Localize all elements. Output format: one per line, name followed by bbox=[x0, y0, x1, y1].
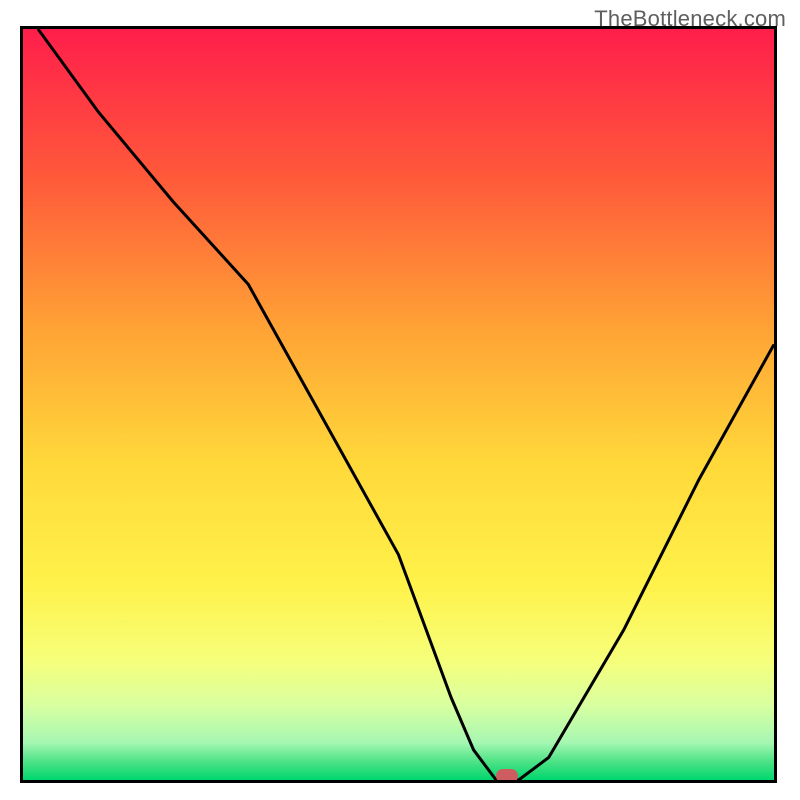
plot-area bbox=[20, 26, 777, 783]
watermark-text: TheBottleneck.com bbox=[594, 6, 786, 32]
chart-frame: TheBottleneck.com bbox=[0, 0, 800, 800]
bottleneck-curve bbox=[38, 29, 774, 780]
optimum-marker bbox=[496, 769, 518, 783]
curve-layer bbox=[23, 29, 774, 780]
